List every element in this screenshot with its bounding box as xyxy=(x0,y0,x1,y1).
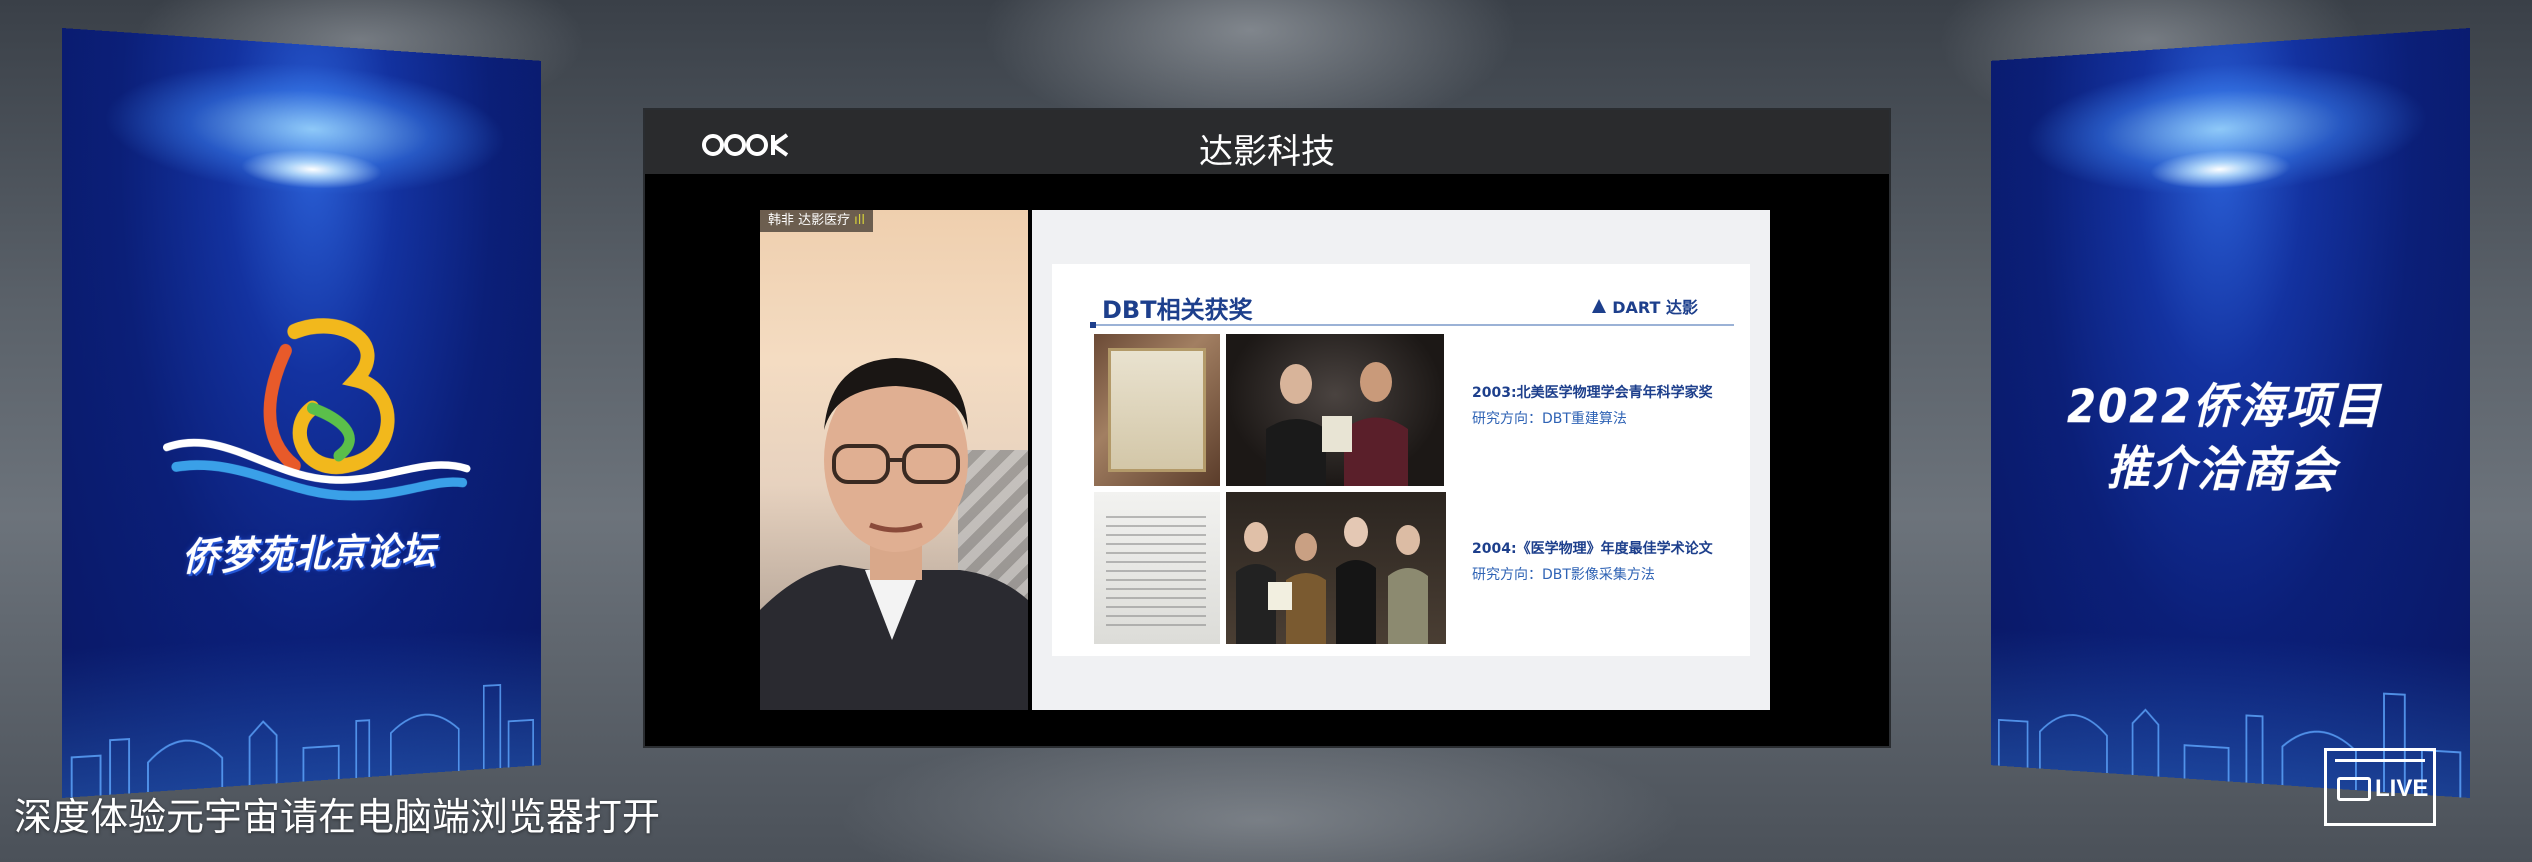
award-letter-photo xyxy=(1094,492,1220,644)
award-certificate-photo xyxy=(1094,334,1220,486)
earth-glow xyxy=(62,28,542,246)
event-title-line2: 推介洽商会 xyxy=(2106,441,2338,499)
live-badge[interactable]: LIVE xyxy=(2324,748,2436,826)
mic-level-icon: ıll xyxy=(854,213,865,228)
forum-logo-icon xyxy=(157,310,475,556)
award-1-subtitle: 研究方向：DBT重建算法 xyxy=(1472,411,1627,427)
metaverse-hint-text: 深度体验元宇宙请在电脑端浏览器打开 xyxy=(14,795,661,839)
screen-icon xyxy=(2337,777,2371,801)
live-badge-bar xyxy=(2335,759,2425,762)
speaker-webcam: 韩非 达影医疗 ıll xyxy=(760,210,1028,710)
slide-heading: DBT相关获奖 xyxy=(1102,296,1253,324)
event-title-line1: 2022侨海项目 xyxy=(2066,377,2382,435)
stage-title: 达影科技 xyxy=(1199,132,1335,172)
speaker-figure xyxy=(760,358,1028,710)
speaker-name-tag: 韩非 达影医疗 ıll xyxy=(760,210,873,232)
group-award-photo xyxy=(1226,492,1446,644)
award-2-title: 2004:《医学物理》年度最佳学术论文 xyxy=(1472,541,1713,557)
dart-logo-icon xyxy=(1592,299,1607,313)
video-stage: 达影科技 韩非 达影医疗 ıll DBT相关获奖 DART 达影 2003:北美… xyxy=(643,108,1891,748)
divider-marker xyxy=(1090,322,1096,328)
light-flare xyxy=(240,146,383,192)
light-flare xyxy=(2149,146,2292,192)
live-label: LIVE xyxy=(2375,775,2429,802)
event-title: 2022侨海项目 推介洽商会 xyxy=(2023,373,2431,504)
award-2-subtitle: 研究方向：DBT影像采集方法 xyxy=(1472,567,1655,583)
brand-label: DART 达影 xyxy=(1612,298,1698,317)
slide-content: DBT相关获奖 DART 达影 2003:北美医学物理学会青年科学家奖 研究方向… xyxy=(1052,264,1750,656)
heading-divider xyxy=(1090,324,1734,326)
award-1-title: 2003:北美医学物理学会青年科学家奖 xyxy=(1472,385,1713,401)
presentation-slide: DBT相关获奖 DART 达影 2003:北美医学物理学会青年科学家奖 研究方向… xyxy=(1032,210,1770,710)
earth-glow xyxy=(1990,28,2470,246)
stage-header: 达影科技 xyxy=(645,110,1889,174)
award-ceremony-photo xyxy=(1226,334,1444,486)
right-banner-panel: 2022侨海项目 推介洽商会 xyxy=(1990,28,2470,798)
left-banner-panel: 侨梦苑北京论坛 xyxy=(62,28,542,798)
dart-brand: DART 达影 xyxy=(1590,294,1698,318)
speaker-name: 韩非 达影医疗 xyxy=(768,213,851,228)
forum-title: 侨梦苑北京论坛 xyxy=(182,529,437,581)
